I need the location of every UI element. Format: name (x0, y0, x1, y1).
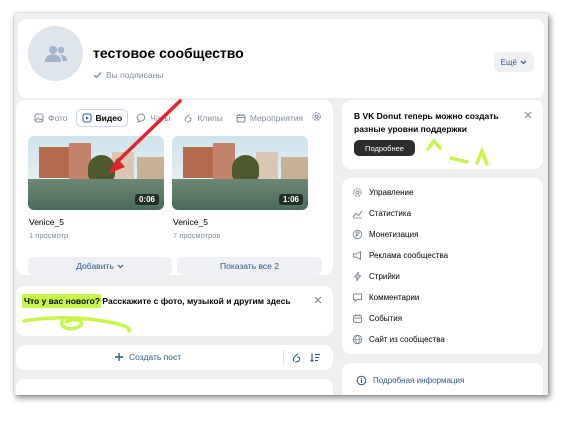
video-views: 1 просмотр (29, 231, 69, 240)
show-all-button[interactable]: Показать все 2 (177, 257, 322, 275)
more-label: Ещё (500, 57, 517, 67)
tab-photo[interactable]: Фото (29, 109, 73, 127)
create-post-bar: Создать пост (16, 345, 333, 370)
details-link[interactable]: Подробная информация (356, 375, 464, 386)
page-title: тестовое сообщество (93, 45, 244, 61)
close-icon[interactable] (314, 296, 322, 304)
add-label: Добавить (76, 261, 114, 271)
composer-prompt[interactable]: Что у вас нового? Расскажите с фото, муз… (24, 296, 291, 306)
ads-icon (353, 250, 361, 261)
check-icon (93, 72, 102, 79)
create-post-label: Создать пост (129, 352, 182, 362)
group-icon (44, 45, 67, 62)
video-thumbnail[interactable]: 0:06 (28, 136, 164, 210)
tab-label: Чаты (150, 113, 171, 123)
subscription-label: Вы подписаны (106, 70, 164, 80)
show-all-label: Показать все 2 (220, 261, 279, 271)
details-label: Подробная информация (373, 376, 465, 385)
menu-item-label: Стрийки (369, 272, 400, 281)
donut-banner: В VK Donut теперь можно создать разные у… (342, 100, 543, 169)
money-icon (352, 229, 363, 240)
video-duration: 0:06 (134, 194, 159, 205)
add-video-button[interactable]: Добавить (28, 257, 172, 275)
tab-events[interactable]: Мероприятия (231, 109, 308, 127)
chat-icon (136, 113, 146, 123)
info-icon (356, 375, 367, 386)
tab-label: Мероприятия (249, 113, 304, 123)
menu-item-label: Монетизация (369, 230, 419, 239)
menu-item-ads[interactable]: Реклама сообщества (352, 250, 448, 261)
info-card: Подробная информация (342, 363, 543, 395)
lightning-icon (353, 271, 362, 282)
video-title[interactable]: Venice_5 (29, 217, 64, 227)
chevron-down-icon (520, 60, 527, 64)
photo-icon (34, 113, 44, 123)
feed-card (16, 379, 333, 395)
tab-label: Видео (95, 113, 123, 123)
menu-item-label: Управление (369, 188, 414, 197)
donut-more-button[interactable]: Подробнее (354, 140, 415, 156)
tab-video[interactable]: Видео (75, 109, 129, 127)
video-icon (82, 113, 92, 123)
clip-icon (185, 114, 192, 123)
management-menu: Управление Статистика Монетизация Реклам… (342, 178, 543, 354)
video-views: 7 просмотров (173, 231, 221, 240)
gear-icon[interactable] (311, 111, 322, 122)
media-tabs: Фото Видео Чаты Клипы Мероприятия (29, 109, 311, 127)
menu-item-streaks[interactable]: Стрийки (352, 271, 400, 282)
subscription-status[interactable]: Вы подписаны (93, 70, 163, 80)
comment-icon (353, 293, 362, 303)
chevron-down-icon (117, 264, 124, 268)
plus-icon (115, 353, 123, 361)
post-composer[interactable]: Что у вас нового? Расскажите с фото, муз… (16, 286, 333, 336)
avatar[interactable] (28, 26, 83, 81)
menu-item-label: Реклама сообщества (369, 251, 449, 260)
menu-item-label: Статистика (369, 209, 412, 218)
gear-icon (353, 188, 362, 197)
menu-item-statistics[interactable]: Статистика (352, 208, 411, 219)
menu-item-label: События (369, 314, 403, 323)
tab-label: Клипы (197, 113, 223, 123)
video-title[interactable]: Venice_5 (173, 217, 208, 227)
menu-item-events[interactable]: События (352, 313, 402, 324)
stats-icon (352, 210, 363, 219)
media-block: Фото Видео Чаты Клипы Мероприятия 0:06 V… (16, 100, 333, 275)
menu-item-comments[interactable]: Комментарии (352, 292, 419, 303)
divider (283, 350, 284, 365)
composer-question: Что у вас нового? (24, 296, 101, 306)
clip-icon[interactable] (291, 352, 302, 363)
globe-icon (352, 334, 363, 345)
menu-item-site[interactable]: Сайт из сообщества (352, 334, 445, 345)
video-duration: 1:06 (278, 194, 303, 205)
menu-item-monetization[interactable]: Монетизация (352, 229, 418, 240)
tab-label: Фото (48, 113, 68, 123)
create-post-button[interactable]: Создать пост (114, 352, 181, 362)
more-button[interactable]: Ещё (493, 52, 534, 72)
menu-item-management[interactable]: Управление (352, 187, 413, 198)
event-icon (353, 314, 362, 323)
tab-clips[interactable]: Клипы (178, 109, 227, 127)
close-icon[interactable] (524, 111, 532, 119)
menu-item-label: Комментарии (369, 293, 420, 302)
menu-item-label: Сайт из сообщества (369, 335, 445, 344)
sort-icon[interactable] (310, 352, 321, 363)
group-header: тестовое сообщество Вы подписаны Ещё (18, 19, 544, 98)
video-thumbnail[interactable]: 1:06 (172, 136, 308, 210)
event-icon (236, 114, 246, 123)
vk-page: тестовое сообщество Вы подписаны Ещё Фот… (14, 13, 548, 395)
donut-text: В VK Donut теперь можно создать разные у… (354, 111, 499, 134)
composer-hint: Расскажите с фото, музыкой и другим здес… (100, 296, 291, 306)
tab-chats[interactable]: Чаты (131, 109, 175, 127)
